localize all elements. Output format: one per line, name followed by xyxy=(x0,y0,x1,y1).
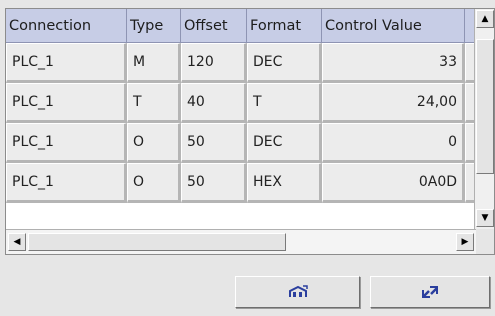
cell-type[interactable]: O xyxy=(127,123,181,163)
scroll-down-button[interactable]: ▼ xyxy=(476,209,494,227)
cell-control-value[interactable]: 24,00 xyxy=(322,83,465,123)
arrow-left-icon: ◀ xyxy=(13,237,21,247)
column-header-format[interactable]: Format xyxy=(247,9,322,43)
horizontal-scrollbar[interactable]: ◀ ▶ xyxy=(6,229,476,254)
cell-offset[interactable]: 50 xyxy=(181,123,247,163)
arrow-down-icon: ▼ xyxy=(481,213,489,223)
cell-type[interactable]: O xyxy=(127,163,181,203)
write-values-button[interactable] xyxy=(370,276,490,308)
cell-format[interactable]: DEC xyxy=(247,43,322,83)
scrollbar-corner xyxy=(476,229,494,254)
cell-connection[interactable]: PLC_1 xyxy=(6,163,127,203)
scroll-right-button[interactable]: ▶ xyxy=(456,233,474,251)
read-values-icon xyxy=(288,285,308,297)
write-values-icon xyxy=(422,286,438,298)
cell-connection[interactable]: PLC_1 xyxy=(6,83,127,123)
arrow-right-icon: ▶ xyxy=(461,237,469,247)
column-header-offset[interactable]: Offset xyxy=(181,9,247,43)
column-header-type[interactable]: Type xyxy=(127,9,181,43)
cell-type[interactable]: T xyxy=(127,83,181,123)
vertical-scroll-thumb[interactable] xyxy=(476,39,494,174)
scroll-left-button[interactable]: ◀ xyxy=(8,233,26,251)
table-row[interactable]: PLC_1 O 50 HEX 0A0D xyxy=(6,163,479,203)
vertical-scrollbar[interactable]: ▲ ▼ xyxy=(474,9,494,229)
status-force-table: Connection Type Offset Format Control Va… xyxy=(5,8,495,255)
cell-format[interactable]: DEC xyxy=(247,123,322,163)
horizontal-scroll-thumb[interactable] xyxy=(28,233,286,251)
cell-offset[interactable]: 120 xyxy=(181,43,247,83)
table-row[interactable]: PLC_1 M 120 DEC 33 xyxy=(6,43,479,83)
column-header-connection[interactable]: Connection xyxy=(6,9,127,43)
grid-header-row: Connection Type Offset Format Control Va… xyxy=(6,9,479,43)
cell-control-value[interactable]: 0A0D xyxy=(322,163,465,203)
cell-format[interactable]: T xyxy=(247,83,322,123)
cell-connection[interactable]: PLC_1 xyxy=(6,123,127,163)
cell-control-value[interactable]: 0 xyxy=(322,123,465,163)
cell-connection[interactable]: PLC_1 xyxy=(6,43,127,83)
column-header-control-value[interactable]: Control Value xyxy=(322,9,465,43)
cell-control-value[interactable]: 33 xyxy=(322,43,465,83)
read-values-button[interactable] xyxy=(235,276,360,308)
arrow-up-icon: ▲ xyxy=(481,14,489,24)
table-row[interactable]: PLC_1 T 40 T 24,00 xyxy=(6,83,479,123)
cell-offset[interactable]: 50 xyxy=(181,163,247,203)
scroll-up-button[interactable]: ▲ xyxy=(476,10,494,28)
cell-type[interactable]: M xyxy=(127,43,181,83)
table-row[interactable]: PLC_1 O 50 DEC 0 xyxy=(6,123,479,163)
cell-format[interactable]: HEX xyxy=(247,163,322,203)
variables-grid: Connection Type Offset Format Control Va… xyxy=(6,9,479,203)
cell-offset[interactable]: 40 xyxy=(181,83,247,123)
